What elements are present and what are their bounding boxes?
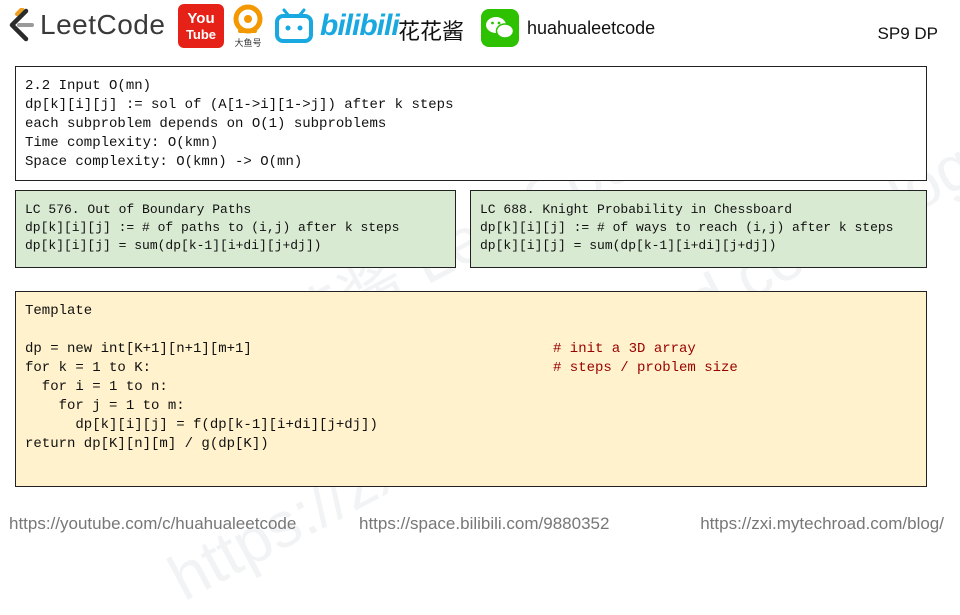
code-line: return dp[K][n][m] / g(dp[K])	[25, 436, 269, 452]
code-line: dp[k][i][j] = f(dp[k-1][i+di][j+dj])	[25, 417, 378, 433]
leetcode-icon	[9, 8, 34, 42]
youtube-line1: You	[187, 10, 215, 27]
lc576-transition: dp[k][i][j] = sum(dp[k-1][i+di][j+dj])	[25, 238, 322, 253]
code-line: for i = 1 to n:	[25, 379, 168, 395]
template-comments: # init a 3D array # steps / problem size	[553, 340, 738, 378]
lc688-definition: dp[k][i][j] := # of ways to reach (i,j) …	[480, 220, 894, 235]
lc688-box: LC 688. Knight Probability in Chessboard…	[470, 190, 927, 268]
template-title: Template	[25, 303, 93, 319]
bilibili-logo: bilibili	[274, 8, 400, 44]
lc576-title: LC 576. Out of Boundary Paths	[25, 202, 252, 217]
dayu-logo: 大鱼号	[231, 4, 265, 49]
complexity-line: Time complexity: O(kmn)	[25, 135, 219, 151]
footer-blog-url: https://zxi.mytechroad.com/blog/	[700, 514, 944, 533]
code-line: dp = new int[K+1][n+1][m+1]	[25, 341, 252, 357]
footer-bilibili-url: https://space.bilibili.com/9880352	[359, 514, 610, 533]
youtube-icon: You Tube	[178, 4, 224, 48]
lc576-box: LC 576. Out of Boundary Paths dp[k][i][j…	[15, 190, 456, 268]
wechat-account-name: huahualeetcode	[527, 17, 656, 38]
wechat-icon	[481, 9, 519, 47]
complexity-box: 2.2 Input O(mn) dp[k][i][j] := sol of (A…	[15, 66, 927, 181]
lc576-definition: dp[k][i][j] := # of paths to (i,j) after…	[25, 220, 400, 235]
code-line: for k = 1 to K:	[25, 360, 152, 376]
lc688-title: LC 688. Knight Probability in Chessboard	[480, 202, 793, 217]
bilibili-tv-icon	[275, 8, 313, 43]
dayu-label: 大鱼号	[234, 38, 262, 48]
youtube-line2: Tube	[185, 27, 217, 42]
complexity-line: dp[k][i][j] := sol of (A[1->i][1->j]) af…	[25, 97, 454, 113]
dayu-fish-icon	[233, 4, 263, 34]
slide-tag: SP9 DP	[877, 24, 938, 43]
bilibili-wordmark: bilibili	[320, 9, 400, 42]
complexity-line: Space complexity: O(kmn) -> O(mn)	[25, 154, 303, 170]
header-bar: LeetCode You Tube 大鱼号 bilibili 花花酱 huahu…	[0, 0, 960, 56]
template-code: Template dp = new int[K+1][n+1][m+1] for…	[25, 302, 378, 454]
complexity-line: 2.2 Input O(mn)	[25, 78, 152, 94]
channel-name: 花花酱	[398, 19, 465, 44]
wechat-logo: huahualeetcode	[481, 9, 655, 47]
code-comment: # init a 3D array	[553, 341, 696, 357]
lc688-transition: dp[k][i][j] = sum(dp[k-1][i+di][j+dj])	[480, 238, 777, 253]
leetcode-wordmark: LeetCode	[40, 9, 166, 40]
code-line: for j = 1 to m:	[25, 398, 185, 414]
leetcode-logo: LeetCode	[6, 8, 165, 42]
footer-youtube-url: https://youtube.com/c/huahualeetcode	[9, 514, 297, 533]
youtube-logo: You Tube	[178, 4, 224, 48]
complexity-line: each subproblem depends on O(1) subprobl…	[25, 116, 387, 132]
code-comment: # steps / problem size	[553, 360, 738, 376]
template-box: Template dp = new int[K+1][n+1][m+1] for…	[15, 291, 927, 487]
